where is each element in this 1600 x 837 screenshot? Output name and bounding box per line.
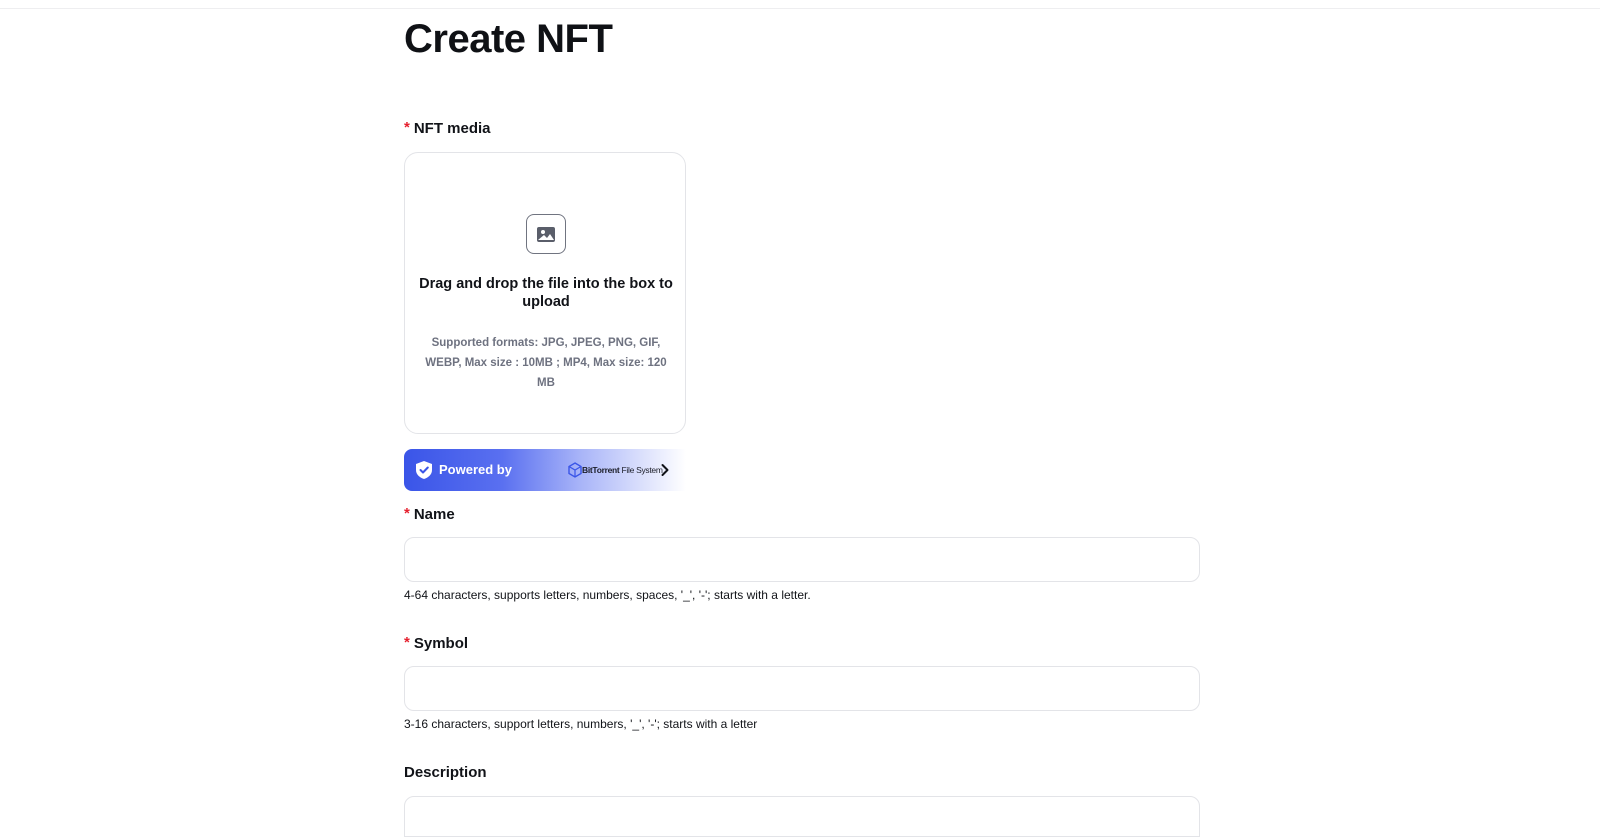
- description-label: Description: [404, 764, 487, 782]
- chevron-right-icon: [661, 464, 669, 476]
- symbol-label-text: Symbol: [413, 635, 469, 652]
- symbol-label: * Symbol: [404, 634, 469, 653]
- bittorrent-logo-icon: [568, 462, 582, 478]
- name-label: * Name: [404, 505, 455, 524]
- image-icon: [526, 214, 566, 254]
- symbol-input[interactable]: [404, 666, 1200, 711]
- name-input[interactable]: [404, 537, 1200, 582]
- nft-media-label-text: NFT media: [413, 120, 491, 137]
- name-hint: 4-64 characters, supports letters, numbe…: [404, 588, 811, 602]
- required-mark: *: [404, 119, 410, 136]
- dropzone-instructions: Drag and drop the file into the box to u…: [419, 276, 673, 310]
- bittorrent-file-system-label: BitTorrent File System: [582, 465, 663, 475]
- supported-formats-text: Supported formats: JPG, JPEG, PNG, GIF, …: [425, 337, 667, 389]
- description-label-text: Description: [404, 764, 487, 781]
- page-title: Create NFT: [404, 17, 613, 61]
- powered-by-label: Powered by: [439, 462, 512, 477]
- shield-check-icon: [416, 461, 432, 479]
- powered-by-banner[interactable]: Powered by BitTorrent File System: [404, 449, 686, 491]
- top-divider: [0, 8, 1600, 9]
- required-mark: *: [404, 505, 410, 522]
- media-upload-dropzone[interactable]: Drag and drop the file into the box to u…: [404, 152, 686, 434]
- required-mark: *: [404, 634, 410, 651]
- symbol-hint: 3-16 characters, support letters, number…: [404, 717, 758, 731]
- nft-media-label: * NFT media: [404, 119, 491, 138]
- name-label-text: Name: [413, 506, 455, 523]
- description-textarea[interactable]: [404, 796, 1200, 837]
